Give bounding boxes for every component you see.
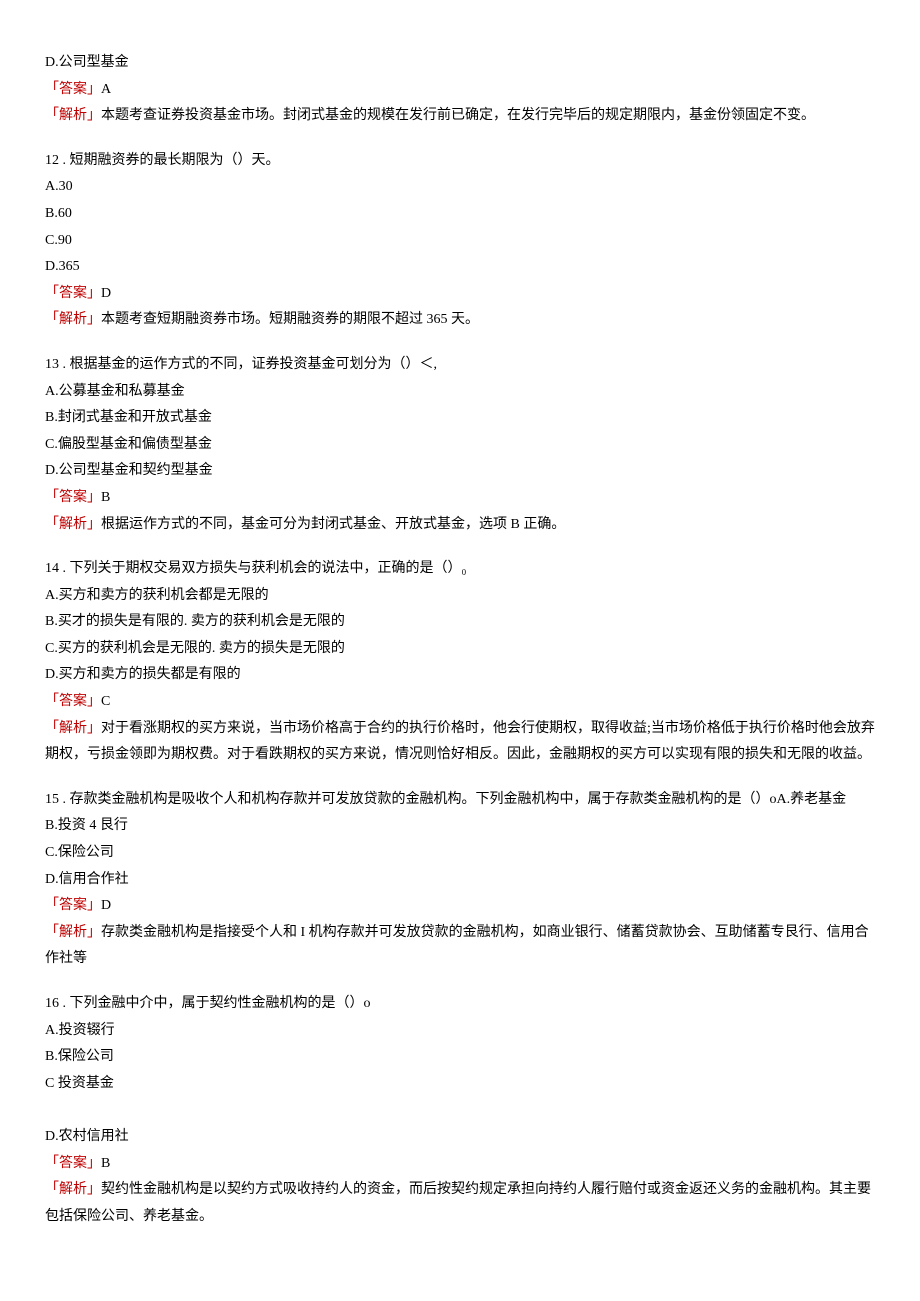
question-option: D.365	[45, 254, 875, 281]
question-option: D.信用合作社	[45, 867, 875, 894]
question-option: B.封闭式基金和开放式基金	[45, 405, 875, 432]
answer-value: B	[101, 490, 110, 505]
answer-label: 「答案」	[45, 898, 101, 913]
answer-label: 「答案」	[45, 286, 101, 301]
answer-value: B	[101, 1156, 110, 1171]
analysis-text: 契约性金融机构是以契约方式吸收持约人的资金，而后按契约规定承担向持约人履行赔付或…	[45, 1182, 871, 1224]
analysis-label: 「解析」	[45, 108, 101, 123]
question-stem: 14 . 下列关于期权交易双方损失与获利机会的说法中，正确的是（）₀	[45, 556, 875, 583]
question-stem: 15 . 存款类金融机构是吸收个人和机构存款并可发放贷款的金融机构。下列金融机构…	[45, 787, 875, 814]
question-option: D.公司型基金	[45, 50, 875, 77]
answer-line: 「答案」A	[45, 77, 875, 104]
analysis-text: 本题考查短期融资券市场。短期融资券的期限不超过 365 天。	[101, 312, 479, 327]
question-option: A.30	[45, 174, 875, 201]
question-block: 16 . 下列金融中介中，属于契约性金融机构的是（）oA.投资辍行B.保险公司C…	[45, 991, 875, 1230]
analysis-label: 「解析」	[45, 312, 101, 327]
answer-line: 「答案」D	[45, 893, 875, 920]
analysis-line: 「解析」对于看涨期权的买方来说，当市场价格高于合约的执行价格时，他会行使期权，取…	[45, 716, 875, 769]
analysis-text: 本题考查证券投资基金市场。封闭式基金的规模在发行前已确定，在发行完毕后的规定期限…	[101, 108, 815, 123]
answer-value: C	[101, 694, 110, 709]
question-option: C.买方的获利机会是无限的. 卖方的损失是无限的	[45, 636, 875, 663]
analysis-label: 「解析」	[45, 1182, 101, 1197]
question-block: 13 . 根据基金的运作方式的不同，证券投资基金可划分为（）＜,A.公募基金和私…	[45, 352, 875, 538]
analysis-text: 根据运作方式的不同，基金可分为封闭式基金、开放式基金，选项 B 正确。	[101, 517, 565, 532]
question-option: A.投资辍行	[45, 1018, 875, 1045]
question-stem: 12 . 短期融资券的最长期限为（）天。	[45, 148, 875, 175]
question-option: D.买方和卖方的损失都是有限的	[45, 662, 875, 689]
analysis-label: 「解析」	[45, 925, 101, 940]
question-option: D.农村信用社	[45, 1124, 875, 1151]
analysis-label: 「解析」	[45, 721, 101, 736]
answer-value: D	[101, 286, 111, 301]
question-stem: 16 . 下列金融中介中，属于契约性金融机构的是（）o	[45, 991, 875, 1018]
analysis-line: 「解析」本题考查证券投资基金市场。封闭式基金的规模在发行前已确定，在发行完毕后的…	[45, 103, 875, 130]
answer-line: 「答案」B	[45, 485, 875, 512]
analysis-line: 「解析」本题考查短期融资券市场。短期融资券的期限不超过 365 天。	[45, 307, 875, 334]
analysis-label: 「解析」	[45, 517, 101, 532]
answer-line: 「答案」D	[45, 281, 875, 308]
question-option: B.投资 4 艮行	[45, 813, 875, 840]
analysis-line: 「解析」存款类金融机构是指接受个人和 I 机构存款并可发放贷款的金融机构，如商业…	[45, 920, 875, 973]
question-option: C.保险公司	[45, 840, 875, 867]
question-block: 14 . 下列关于期权交易双方损失与获利机会的说法中，正确的是（）₀A.买方和卖…	[45, 556, 875, 769]
analysis-text: 对于看涨期权的买方来说，当市场价格高于合约的执行价格时，他会行使期权，取得收益;…	[45, 721, 875, 763]
answer-label: 「答案」	[45, 694, 101, 709]
answer-label: 「答案」	[45, 1156, 101, 1171]
answer-line: 「答案」B	[45, 1151, 875, 1178]
spacer	[45, 1097, 875, 1124]
answer-value: A	[101, 82, 111, 97]
answer-label: 「答案」	[45, 82, 101, 97]
answer-label: 「答案」	[45, 490, 101, 505]
question-option: B.买才的损失是有限的. 卖方的获利机会是无限的	[45, 609, 875, 636]
analysis-line: 「解析」契约性金融机构是以契约方式吸收持约人的资金，而后按契约规定承担向持约人履…	[45, 1177, 875, 1230]
question-block: 12 . 短期融资券的最长期限为（）天。A.30B.60C.90D.365「答案…	[45, 148, 875, 334]
question-option: C 投资基金	[45, 1071, 875, 1098]
question-block: D.公司型基金「答案」A「解析」本题考查证券投资基金市场。封闭式基金的规模在发行…	[45, 50, 875, 130]
question-block: 15 . 存款类金融机构是吸收个人和机构存款并可发放贷款的金融机构。下列金融机构…	[45, 787, 875, 973]
answer-value: D	[101, 898, 111, 913]
question-option: B.保险公司	[45, 1044, 875, 1071]
question-stem: 13 . 根据基金的运作方式的不同，证券投资基金可划分为（）＜,	[45, 352, 875, 379]
question-option: B.60	[45, 201, 875, 228]
question-option: A.公募基金和私募基金	[45, 379, 875, 406]
question-option: A.买方和卖方的获利机会都是无限的	[45, 583, 875, 610]
analysis-line: 「解析」根据运作方式的不同，基金可分为封闭式基金、开放式基金，选项 B 正确。	[45, 512, 875, 539]
answer-line: 「答案」C	[45, 689, 875, 716]
analysis-text: 存款类金融机构是指接受个人和 I 机构存款并可发放贷款的金融机构，如商业银行、储…	[45, 925, 869, 967]
question-option: C.90	[45, 228, 875, 255]
question-option: C.偏股型基金和偏债型基金	[45, 432, 875, 459]
question-option: D.公司型基金和契约型基金	[45, 458, 875, 485]
